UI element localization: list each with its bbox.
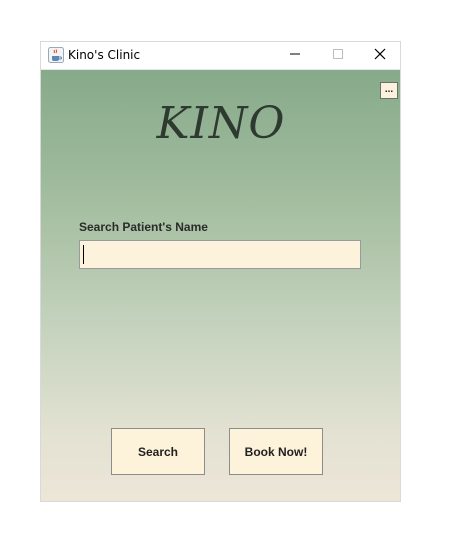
maximize-button[interactable] [317,42,359,69]
clinic-logo: KINO [156,98,286,149]
close-icon [374,47,386,65]
options-menu-button[interactable]: ... [380,82,398,99]
java-coffee-cup-icon [48,47,64,63]
title-bar[interactable]: Kino's Clinic [41,42,400,70]
search-button[interactable]: Search [111,428,205,475]
patient-name-input[interactable] [79,240,361,269]
maximize-icon [332,47,344,65]
search-label: Search Patient's Name [79,220,208,234]
app-window: Kino's Clinic ... KINO Search Patient's … [40,41,401,502]
text-caret [83,245,84,264]
close-button[interactable] [359,42,401,69]
minimize-icon [289,47,301,65]
book-now-button[interactable]: Book Now! [229,428,323,475]
main-panel: ... KINO Search Patient's Name Search Bo… [41,70,400,501]
window-title: Kino's Clinic [68,48,141,62]
minimize-button[interactable] [274,42,316,69]
